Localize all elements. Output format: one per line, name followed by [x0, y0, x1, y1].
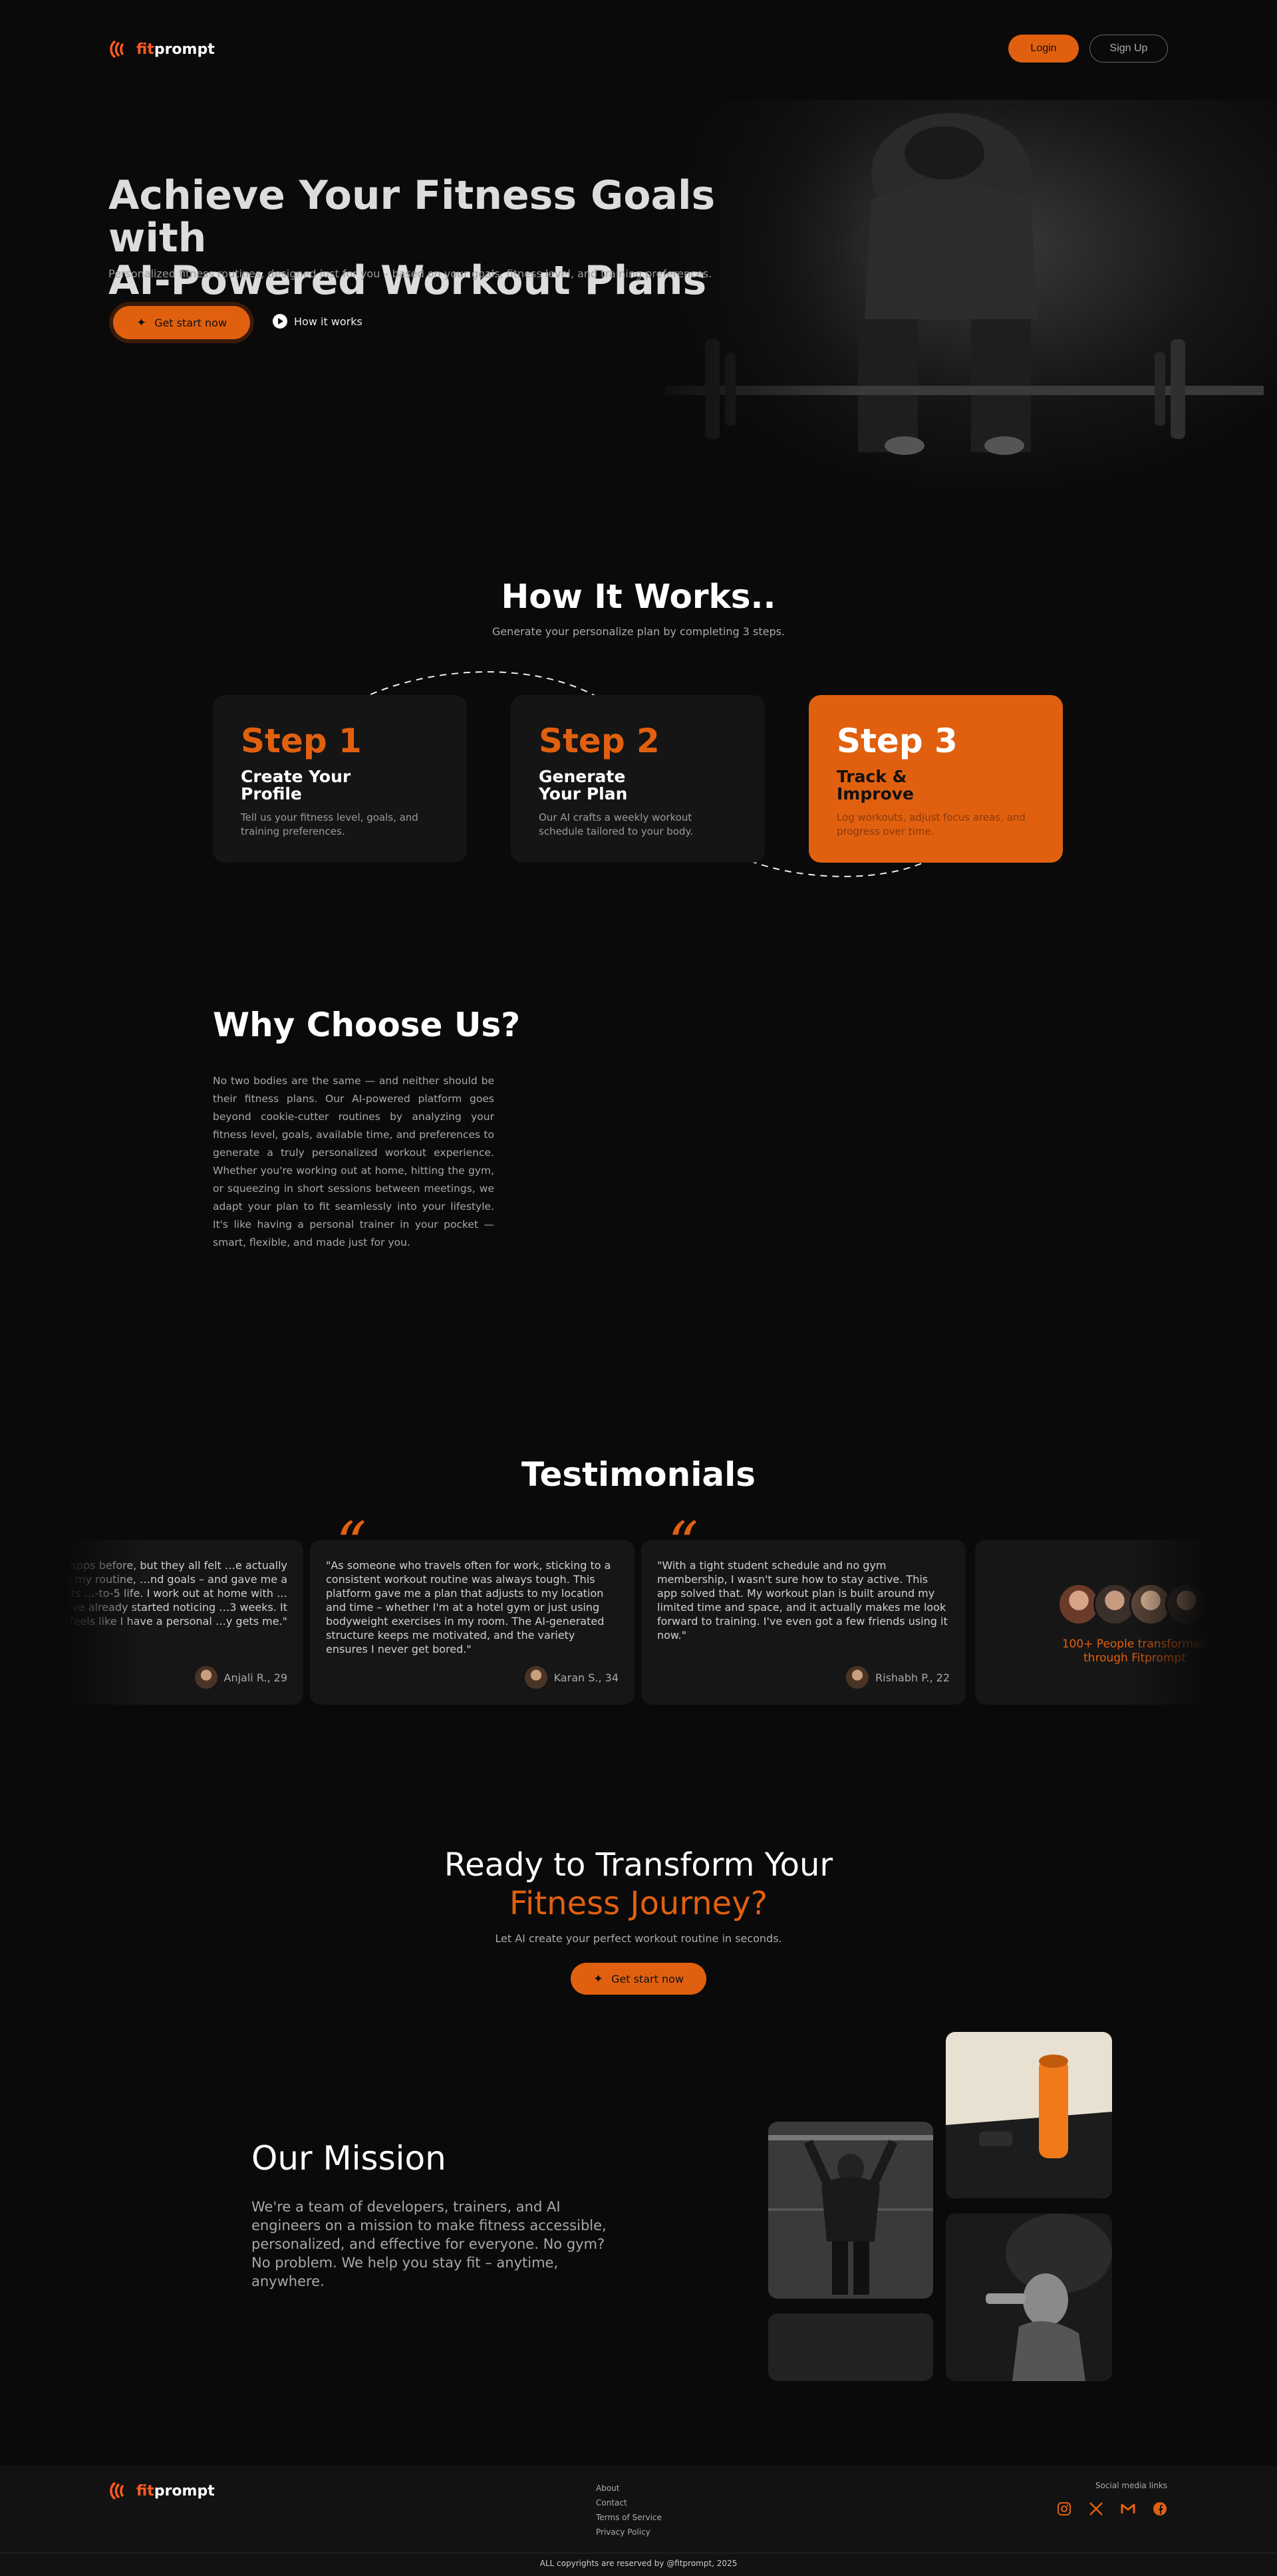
cta-title: Ready to Transform Your Fitness Journey? [444, 1846, 833, 1922]
footer-link-terms[interactable]: Terms of Service [596, 2510, 662, 2525]
footer-brand-logo[interactable]: fitprompt [108, 2479, 215, 2503]
cta-subtitle: Let AI create your perfect workout routi… [495, 1932, 782, 1945]
copyright: ALL copyrights are reserved by @fitpromp… [539, 2559, 738, 2568]
avatar [846, 1666, 869, 1689]
step-number: Step 3 [837, 722, 958, 760]
foam-roller-image [946, 2032, 1112, 2198]
hero-subtitle: Personalized fitness routines, designed … [108, 267, 712, 280]
facebook-icon[interactable] [1152, 2501, 1168, 2517]
instagram-icon[interactable] [1056, 2501, 1072, 2517]
testimonial-text: "As someone who travels often for work, … [326, 1559, 611, 1655]
step-description: Tell us your fitness level, goals, and t… [241, 811, 418, 837]
avatar [194, 1666, 217, 1689]
testimonial-author: Anjali R., 29 [194, 1666, 287, 1689]
testimonial-carousel[interactable]: …al fitness apps before, but they all fe… [67, 1540, 1210, 1706]
footer-link-about[interactable]: About [596, 2481, 662, 2496]
carousel-fade-right [1131, 1530, 1210, 1716]
step-description: Log workouts, adjust focus areas, and pr… [837, 811, 1026, 837]
dumbbell-athlete-image [946, 2214, 1112, 2381]
testimonial-card: "With a tight student schedule and no gy… [641, 1540, 966, 1705]
testimonial-card: "As someone who travels often for work, … [310, 1540, 635, 1705]
brand-name: fitprompt [136, 41, 215, 58]
how-title: How It Works.. [501, 577, 776, 616]
hero-athlete-image [638, 100, 1277, 519]
cta-start-label: Get start now [611, 1972, 684, 1985]
testimonial-text: "With a tight student schedule and no gy… [657, 1559, 948, 1642]
logo-mark-icon [110, 40, 124, 59]
step-description: Our AI crafts a weekly workout schedule … [539, 811, 693, 837]
how-it-works-link[interactable]: How it works [273, 314, 362, 329]
get-started-button[interactable]: ✦ Get start now [113, 306, 250, 339]
get-started-label: Get start now [154, 316, 227, 329]
step-number: Step 2 [539, 722, 660, 760]
step-card-3: Step 3 Track & Improve Log workouts, adj… [809, 695, 1063, 863]
mission-text: We're a team of developers, trainers, an… [251, 2199, 607, 2289]
brand-name: fitprompt [136, 2482, 215, 2500]
placeholder-image [768, 2313, 933, 2381]
author-name: Karan S., 34 [553, 1671, 619, 1684]
navbar: fitprompt Login Sign Up [0, 0, 1277, 100]
pullup-athlete-image [768, 2122, 933, 2299]
social-label: Social media links [1095, 2481, 1168, 2490]
logo-mark-icon [110, 2482, 124, 2500]
carousel-fade-left [67, 1530, 146, 1716]
step-card-2: Step 2 Generate Your Plan Our AI crafts … [511, 695, 765, 863]
brand-logo[interactable]: fitprompt [108, 37, 215, 61]
sparkle-icon: ✦ [593, 1971, 604, 1986]
how-subtitle: Generate your personalize plan by comple… [492, 625, 785, 638]
step-card-1: Step 1 Create Your Profile Tell us your … [213, 695, 467, 863]
step-heading: Track & Improve [837, 767, 915, 803]
gmail-icon[interactable] [1120, 2501, 1136, 2517]
author-name: Rishabh P., 22 [875, 1671, 950, 1684]
testimonials-title: Testimonials [521, 1455, 756, 1494]
why-text: No two bodies are the same — and neither… [213, 1075, 494, 1248]
sparkle-icon: ✦ [136, 315, 147, 330]
author-name: Anjali R., 29 [223, 1671, 287, 1684]
avatar [524, 1666, 547, 1689]
footer-link-contact[interactable]: Contact [596, 2496, 662, 2510]
why-title: Why Choose Us? [213, 1006, 521, 1044]
testimonial-author: Rishabh P., 22 [846, 1666, 950, 1689]
footer-links: About Contact Terms of Service Privacy P… [596, 2481, 662, 2539]
x-icon[interactable] [1088, 2501, 1104, 2517]
cta-start-button[interactable]: ✦ Get start now [571, 1963, 706, 1995]
step-heading: Generate Your Plan [539, 767, 628, 803]
footer-link-privacy[interactable]: Privacy Policy [596, 2525, 662, 2539]
play-icon [273, 314, 287, 329]
how-it-works-label: How it works [294, 315, 362, 328]
login-button[interactable]: Login [1008, 35, 1079, 63]
mission-title: Our Mission [251, 2139, 446, 2178]
step-heading: Create Your Profile [241, 767, 351, 803]
testimonial-author: Karan S., 34 [524, 1666, 619, 1689]
hero-title: Achieve Your Fitness Goals with AI-Power… [108, 172, 716, 304]
step-number: Step 1 [241, 722, 362, 760]
signup-button[interactable]: Sign Up [1089, 35, 1168, 63]
